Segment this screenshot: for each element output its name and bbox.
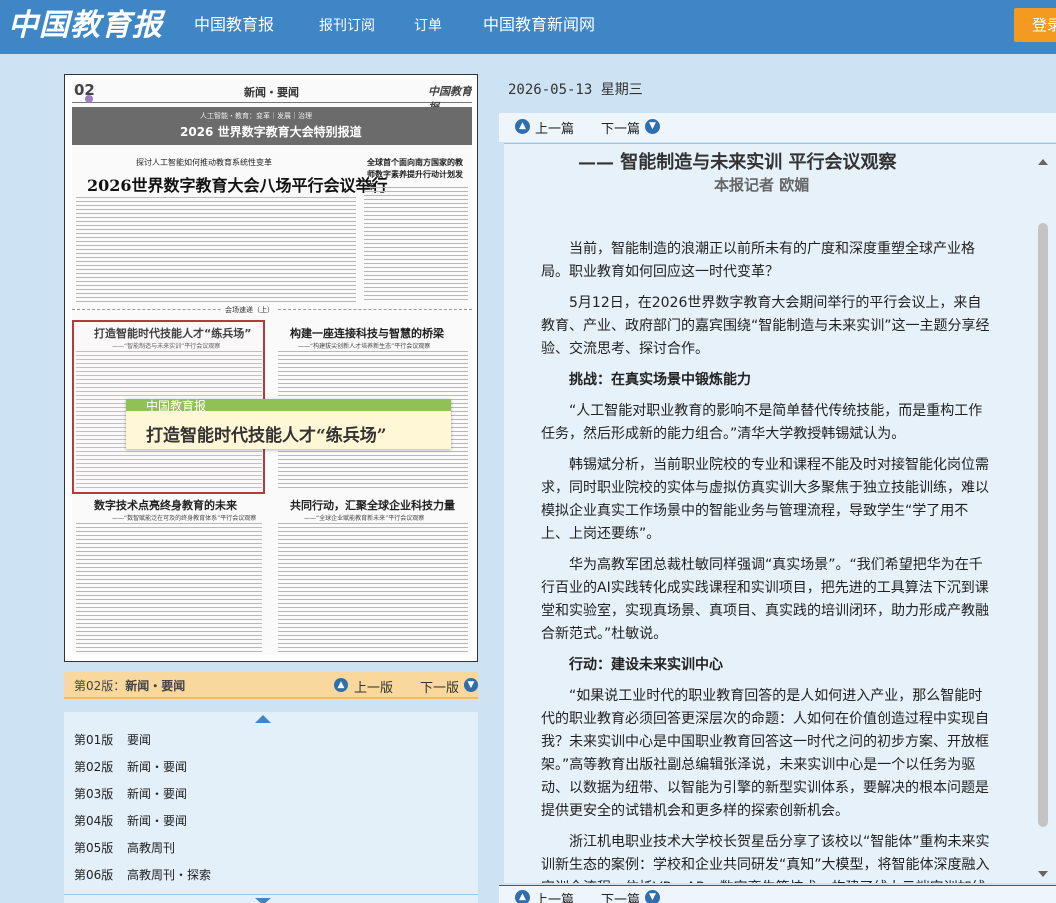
article-paragraph: 5月12日，在2026世界数字教育大会期间举行的平行会议上，来自教育、产业、政府… [541, 295, 990, 357]
paper-text-block [278, 523, 468, 653]
arrow-down-icon[interactable]: ▼ [464, 678, 478, 692]
current-page-name: 新闻・要闻 [125, 679, 186, 693]
paper-headline-4[interactable]: 共同行动，汇聚全球企业科技力量 [290, 497, 455, 513]
page-list-number: 第03版 [74, 787, 114, 801]
paper-banner-title: 2026 世界数字教育大会特别报道 [180, 125, 362, 139]
article-paragraph: 浙江机电职业技术大学校长贺星岳分享了该校以“智能体”重构未来实训新生态的案例：学… [541, 834, 990, 883]
article-paragraph: 韩锡斌分析，当前职业院校的专业和课程不能及时对接智能化岗位需求，同时职业院校的实… [541, 457, 989, 542]
next-article-button[interactable]: 下一篇 [601, 118, 640, 137]
article-subheading: 挑战：在真实场景中锻炼能力 [569, 372, 751, 388]
article-nav-bottom: ▲ 上一篇 下一篇 ▼ [499, 885, 1056, 903]
arrow-up-icon[interactable]: ▲ [515, 119, 530, 134]
scrollbar-up-icon[interactable] [1038, 159, 1048, 165]
page-list-number: 第01版 [74, 733, 114, 747]
paper-lead-headline[interactable]: 2026世界数字教育大会八场平行会议举行 [87, 172, 388, 196]
article-title: —— 智能制造与未来实训 平行会议观察 [578, 152, 897, 173]
arrow-down-icon[interactable]: ▼ [645, 119, 660, 134]
page-list-name: 高教周刊 [127, 841, 176, 855]
article-tooltip: 中国教育报 打造智能时代技能人才“练兵场” [126, 399, 451, 449]
paper-page-header: 02 新闻・要闻 中国教育报 [72, 79, 472, 114]
arrow-down-icon[interactable]: ▼ [645, 890, 660, 903]
page-list-item[interactable]: 第04版 新闻・要闻 [74, 811, 187, 831]
article-paragraph: “人工智能对职业教育的影响不是简单替代传统技能，而是重构工作任务，然后形成新的能… [541, 403, 983, 442]
paper-divider-label: 会场速递（上） [222, 305, 277, 315]
paper-banner-sub: 人工智能・教育：变革｜发展｜治理 [200, 112, 312, 120]
arrow-up-icon[interactable]: ▲ [334, 678, 348, 692]
paper-subhead-4: ——“全球企业赋能教育新未来”平行会议观察 [304, 515, 425, 522]
scrollbar-down-icon[interactable] [1038, 871, 1048, 877]
site-logo[interactable]: 中国教育报 [8, 6, 163, 46]
next-article-button-bottom[interactable]: 下一篇 [601, 889, 640, 903]
tooltip-title: 打造智能时代技能人才“练兵场” [146, 426, 387, 446]
article-content[interactable]: —— 智能制造与未来实训 平行会议观察 本报记者 欧媚 当前，智能制造的浪潮正以… [504, 143, 1056, 883]
article-nav-top: ▲ 上一篇 下一篇 ▼ [499, 113, 1056, 142]
scrollbar-thumb[interactable] [1038, 223, 1048, 827]
article-paragraph: “如果说工业时代的职业教育回答的是人如何进入产业，那么智能时代的职业教育必须回答… [541, 688, 989, 819]
page-list-name: 高教周刊・探索 [127, 868, 212, 882]
prev-article-button[interactable]: 上一篇 [535, 118, 574, 137]
page-list-number: 第06版 [74, 868, 114, 882]
paper-banner[interactable]: 人工智能・教育：变革｜发展｜治理 2026 世界数字教育大会特别报道 [72, 107, 472, 145]
page-list: 第01版 要闻 第02版 新闻・要闻 第03版 新闻・要闻 第04版 新闻・要闻 第05… [64, 712, 478, 903]
paper-text-block [76, 523, 262, 653]
article-body: 当前，智能制造的浪潮正以前所未有的广度和深度重塑全球产业格局。职业教育如何回应这… [541, 238, 991, 883]
tooltip-source: 中国教育报 [146, 399, 207, 413]
paper-section: 新闻・要闻 [244, 86, 299, 99]
prev-page-button[interactable]: 上一版 [354, 677, 393, 696]
paper-text-block [364, 187, 468, 303]
page-list-item[interactable]: 第06版 高教周刊・探索 [74, 865, 211, 885]
article-author: 本报记者 欧媚 [714, 176, 810, 194]
page-list-item[interactable]: 第05版 高教周刊 [74, 838, 175, 858]
top-bar: 中国教育报 中国教育报 报刊订阅 订单 中国教育新闻网 登录 [0, 0, 1056, 54]
nav-link-orders[interactable]: 订单 [414, 15, 442, 37]
article-paragraph: 华为高教军团总裁杜敏同样强调“真实场景”。“我们希望把华为在千行百业的AI实践转… [541, 557, 989, 642]
current-page-label: 第02版：新闻・要闻 [74, 677, 185, 694]
paper-headline-3[interactable]: 数字技术点亮终身教育的未来 [94, 497, 237, 513]
nav-link-newspaper[interactable]: 中国教育报 [194, 14, 274, 36]
paper-kicker: 探讨人工智能如何推动教育系统性变革 [136, 158, 272, 167]
nav-link-subscribe[interactable]: 报刊订阅 [319, 15, 375, 37]
newspaper-page-image: 02 新闻・要闻 中国教育报 人工智能・教育：变革｜发展｜治理 2026 世界数… [72, 79, 472, 655]
scroll-down-icon[interactable] [255, 898, 271, 903]
page-nav-bar: 第02版：新闻・要闻 ▲ 上一版 下一版 ▼ [64, 672, 478, 699]
page-list-number: 第02版 [74, 760, 114, 774]
page-list-name: 要闻 [127, 733, 152, 747]
paper-subhead-2: ——“构建拔尖创新人才培养新生态”平行会议观察 [298, 343, 431, 350]
article-scrollbar[interactable] [1034, 151, 1052, 883]
article-paragraph: 当前，智能制造的浪潮正以前所未有的广度和深度重塑全球产业格局。职业教育如何回应这… [541, 241, 975, 280]
issue-date: 2026-05-13 星期三 [508, 82, 643, 98]
page-list-number: 第04版 [74, 814, 114, 828]
next-page-button[interactable]: 下一版 [420, 677, 459, 696]
page-list-name: 新闻・要闻 [127, 787, 188, 801]
login-button[interactable]: 登录 [1014, 8, 1056, 42]
paper-subhead-3: ——“数智赋能泛在可及的终身教育体系”平行会议观察 [112, 515, 257, 522]
page-list-divider [64, 894, 478, 895]
page-list-item[interactable]: 第01版 要闻 [74, 730, 151, 750]
current-page-number: 第02版： [74, 679, 126, 693]
paper-marker-dot [85, 95, 93, 103]
page-list-number: 第05版 [74, 841, 114, 855]
page-list-name: 新闻・要闻 [127, 814, 188, 828]
paper-text-block [76, 197, 356, 303]
page-list-name: 新闻・要闻 [127, 760, 188, 774]
page-list-item[interactable]: 第03版 新闻・要闻 [74, 784, 187, 804]
scroll-up-icon[interactable] [255, 715, 271, 723]
page-list-item[interactable]: 第02版 新闻・要闻 [74, 757, 187, 777]
arrow-up-icon[interactable]: ▲ [515, 890, 530, 903]
page-preview: 02 新闻・要闻 中国教育报 人工智能・教育：变革｜发展｜治理 2026 世界数… [64, 74, 478, 662]
paper-headline-2[interactable]: 构建一座连接科技与智慧的桥梁 [290, 325, 444, 341]
prev-article-button-bottom[interactable]: 上一篇 [535, 889, 574, 903]
article-subheading: 行动：建设未来实训中心 [569, 657, 723, 673]
nav-link-news-site[interactable]: 中国教育新闻网 [483, 14, 595, 36]
